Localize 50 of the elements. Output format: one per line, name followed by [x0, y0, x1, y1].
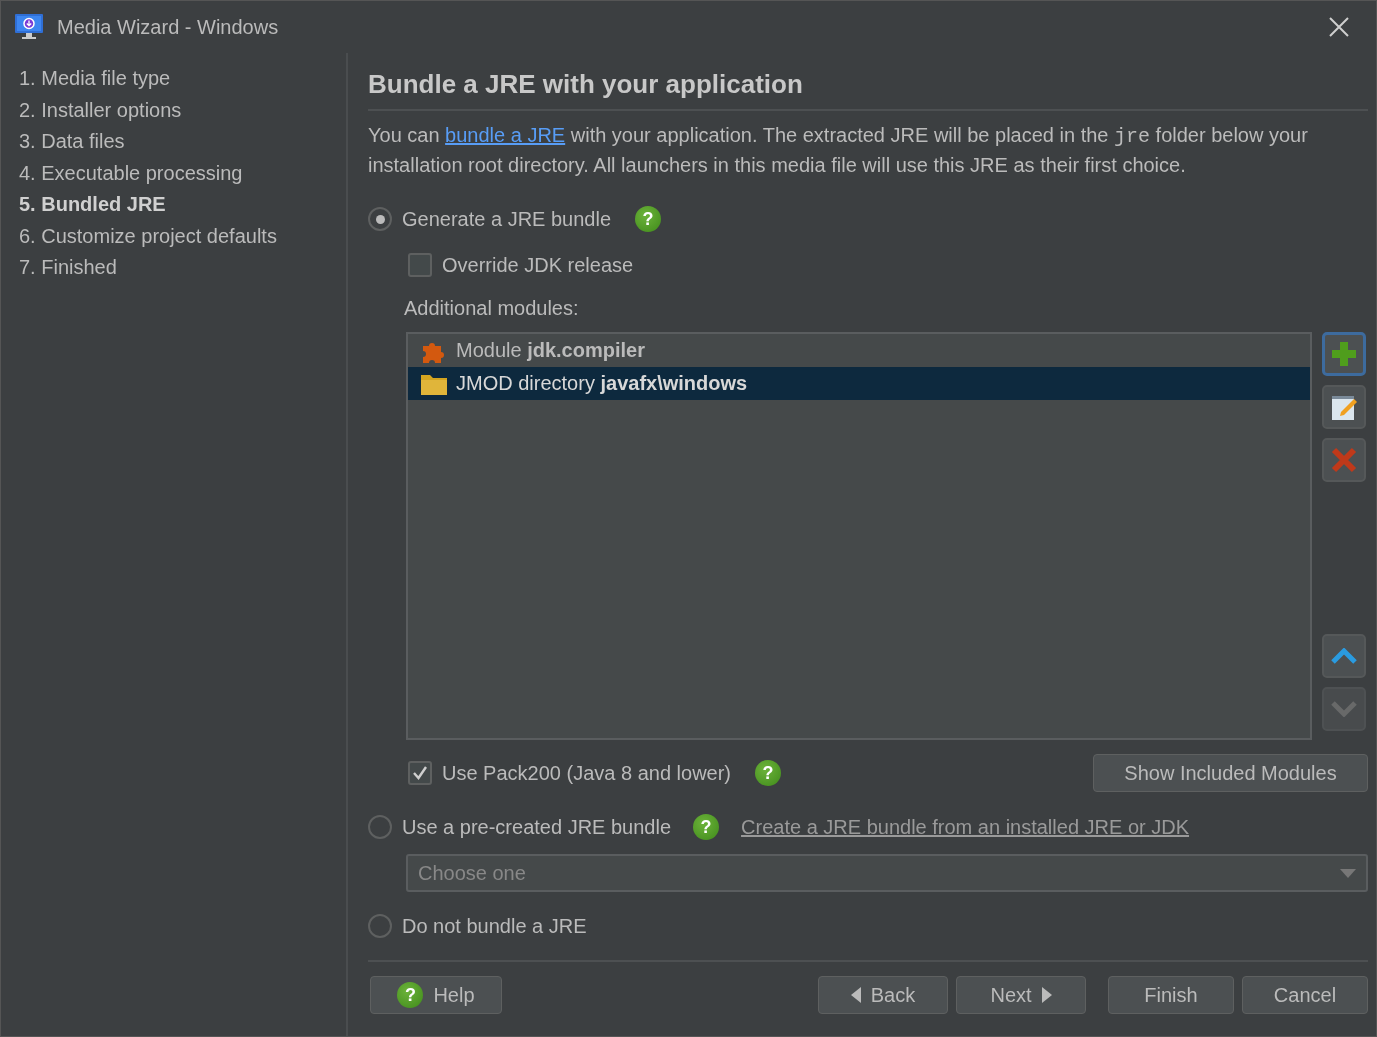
- module-list-item[interactable]: Module jdk.compiler: [408, 334, 1310, 367]
- radio-label: Use a pre-created JRE bundle: [402, 815, 672, 839]
- checkbox[interactable]: [408, 253, 432, 277]
- jre-bundle-dropdown[interactable]: Choose one: [406, 854, 1368, 892]
- module-list-item[interactable]: JMOD directory javafx\windows: [408, 367, 1310, 400]
- show-included-modules-button[interactable]: Show Included Modules: [1093, 754, 1368, 792]
- dropdown-arrow-icon: [1340, 868, 1356, 878]
- radio-button[interactable]: [368, 914, 392, 938]
- bundle-jre-link[interactable]: bundle a JRE: [445, 124, 566, 146]
- wizard-step[interactable]: 1. Media file type: [19, 63, 346, 95]
- cancel-button[interactable]: Cancel: [1242, 976, 1368, 1014]
- remove-button[interactable]: [1322, 438, 1366, 482]
- up-button[interactable]: [1322, 634, 1366, 678]
- caret-right-icon: [1041, 987, 1052, 1003]
- app-monitor-icon: [15, 14, 43, 40]
- close-icon[interactable]: [1328, 16, 1350, 38]
- checkbox-label: Override JDK release: [442, 253, 634, 277]
- next-button[interactable]: Next: [956, 976, 1086, 1014]
- help-icon[interactable]: ?: [693, 814, 720, 840]
- help-button[interactable]: ? Help: [370, 976, 502, 1014]
- intro-text: You can bundle a JRE with your application. The extracted JRE will be placed in the jre folder below your installation root directory. All launchers in this media file will use this JRE as their first choice.: [368, 123, 1309, 178]
- wizard-step[interactable]: 6. Customize project defaults: [19, 220, 346, 252]
- checkbox[interactable]: [408, 761, 432, 785]
- help-icon[interactable]: ?: [635, 206, 662, 232]
- wizard-step[interactable]: 2. Installer options: [19, 94, 346, 126]
- edit-button[interactable]: [1322, 385, 1366, 429]
- add-button[interactable]: [1322, 332, 1366, 376]
- page-heading: Bundle a JRE with your application: [368, 67, 1368, 111]
- modules-label: Additional modules:: [404, 297, 580, 320]
- help-icon[interactable]: ?: [755, 760, 782, 786]
- notepad-pencil-icon: [1330, 393, 1358, 421]
- radio-button[interactable]: [368, 815, 392, 839]
- create-jre-bundle-link[interactable]: Create a JRE bundle from an installed JRE or JDK: [741, 815, 1190, 839]
- chevron-down-icon: [1331, 701, 1357, 717]
- back-button[interactable]: Back: [818, 976, 948, 1014]
- chevron-up-icon: [1331, 648, 1357, 664]
- finish-button[interactable]: Finish: [1108, 976, 1234, 1014]
- radio-label: Do not bundle a JRE: [402, 914, 587, 938]
- wizard-step[interactable]: 7. Finished: [19, 252, 346, 284]
- wizard-step[interactable]: 5. Bundled JRE: [19, 189, 346, 221]
- checkbox-label: Use Pack200 (Java 8 and lower): [442, 761, 732, 785]
- wizard-step[interactable]: 4. Executable processing: [19, 157, 346, 189]
- caret-left-icon: [850, 987, 861, 1003]
- wizard-step[interactable]: 3. Data files: [19, 126, 346, 158]
- checkmark-icon: [411, 764, 429, 782]
- radio-label: Generate a JRE bundle: [402, 207, 612, 231]
- plus-icon: [1331, 341, 1357, 367]
- remove-icon: [1331, 447, 1357, 473]
- radio-button[interactable]: [368, 207, 392, 231]
- window-title: Media Wizard - Windows: [57, 15, 280, 39]
